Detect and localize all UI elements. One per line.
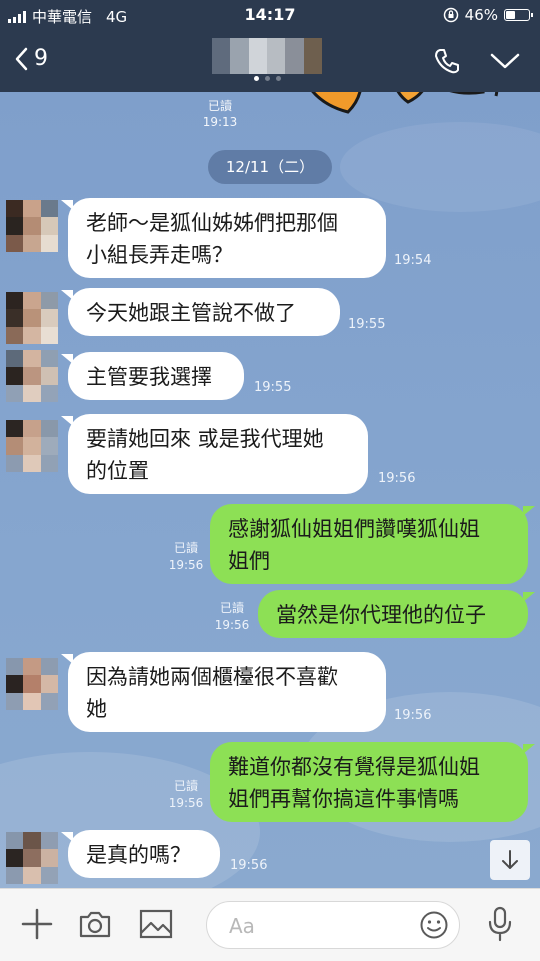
scroll-to-bottom-button[interactable] xyxy=(490,840,530,880)
battery-icon xyxy=(504,9,533,21)
composer-bar: Aa xyxy=(0,888,540,961)
message-time: 19:54 xyxy=(394,253,432,268)
microphone-icon[interactable] xyxy=(484,905,516,943)
read-label: 已讀 xyxy=(207,99,232,113)
read-receipt: 已讀 19:56 xyxy=(166,540,206,574)
battery-fill xyxy=(506,11,516,19)
chat-navbar: 9 xyxy=(0,32,540,92)
read-label: 已讀 xyxy=(173,541,198,555)
read-receipt: 已讀 19:56 xyxy=(166,778,206,812)
camera-icon[interactable] xyxy=(78,907,112,941)
unread-count: 9 xyxy=(34,46,48,71)
page-dot xyxy=(265,76,270,81)
plus-icon[interactable] xyxy=(20,907,54,941)
message-time: 19:55 xyxy=(348,317,386,332)
read-time: 19:56 xyxy=(168,558,204,572)
status-right: 46% xyxy=(443,6,533,24)
image-icon[interactable] xyxy=(138,907,174,941)
message-bubble-outgoing[interactable]: 感謝狐仙姐姐們讚嘆狐仙姐 姐們 xyxy=(210,504,535,584)
message-time: 19:56 xyxy=(378,471,416,486)
page-dot xyxy=(276,76,281,81)
avatar[interactable] xyxy=(6,420,58,472)
battery-percent: 46% xyxy=(464,6,498,24)
status-bar: 中華電信 4G 14:17 46% xyxy=(0,0,540,32)
read-time: 19:56 xyxy=(168,796,204,810)
read-receipt-top: 已讀 19:13 xyxy=(190,98,250,130)
orientation-lock-icon xyxy=(443,7,458,23)
message-bubble-incoming[interactable]: 老師～是狐仙姊姊們把那個 小組長弄走嗎？ xyxy=(61,198,386,278)
message-bubble-outgoing[interactable]: 當然是你代理他的位子 xyxy=(258,590,535,638)
message-time: 19:56 xyxy=(394,708,432,723)
emoji-icon[interactable] xyxy=(419,910,449,940)
message-bubble-outgoing[interactable]: 難道你都沒有覺得是狐仙姐 姐們再幫你搞這件事情嗎 xyxy=(210,742,535,822)
message-bubble-incoming[interactable]: 主管要我選擇 xyxy=(61,352,244,400)
avatar[interactable] xyxy=(6,832,58,884)
chevron-down-icon[interactable] xyxy=(490,52,520,70)
avatar[interactable] xyxy=(6,200,58,252)
message-bubble-incoming[interactable]: 因為請她兩個櫃檯很不喜歡 她 xyxy=(61,652,386,732)
read-receipt: 已讀 19:56 xyxy=(212,600,252,634)
date-separator: 12/11（二） xyxy=(208,150,332,184)
avatar[interactable] xyxy=(6,658,58,710)
read-time: 19:56 xyxy=(214,618,250,632)
page-dot xyxy=(254,76,259,81)
message-time: 19:56 xyxy=(230,858,268,873)
message-input[interactable]: Aa xyxy=(206,901,460,949)
message-bubble-incoming[interactable]: 是真的嗎？ xyxy=(61,830,220,878)
chat-area[interactable]: 已讀 19:13 12/11（二） 老師～是狐仙姊姊們把那個 小組長弄走嗎？ 1… xyxy=(0,92,540,888)
avatar[interactable] xyxy=(6,292,58,344)
read-label: 已讀 xyxy=(173,779,198,793)
message-bubble-incoming[interactable]: 要請她回來 或是我代理她 的位置 xyxy=(61,414,368,494)
chat-title-pixelated[interactable] xyxy=(212,38,322,74)
sticker-image[interactable] xyxy=(278,92,508,124)
read-label: 已讀 xyxy=(219,601,244,615)
phone-icon[interactable] xyxy=(432,46,462,76)
read-time: 19:13 xyxy=(202,115,238,129)
scroll-down-icon xyxy=(502,850,518,869)
message-bubble-incoming[interactable]: 今天她跟主管說不做了 xyxy=(61,288,340,336)
page-indicator xyxy=(254,76,281,81)
back-chevron-icon xyxy=(15,47,28,70)
message-time: 19:55 xyxy=(254,380,292,395)
back-button[interactable]: 9 xyxy=(14,46,48,71)
avatar[interactable] xyxy=(6,350,58,402)
message-input-placeholder: Aa xyxy=(229,914,255,938)
header: 中華電信 4G 14:17 46% 9 xyxy=(0,0,540,92)
